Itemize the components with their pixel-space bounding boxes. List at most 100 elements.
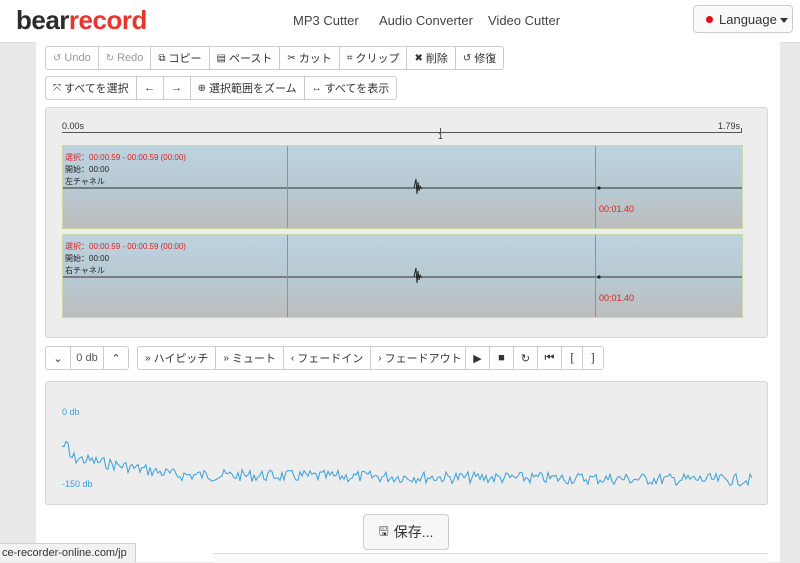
caret-down-icon [780,18,788,23]
right-channel-track[interactable]: 選択：00:00.59 - 00:00.59 (00:00) 開始：00:00 … [62,234,743,318]
history-icon: ↺ [462,52,472,64]
nav-audio-converter[interactable]: Audio Converter [379,13,473,28]
copy-button[interactable]: ⧉ コピー [150,46,210,70]
restore-button[interactable]: ↺ 修復 [454,46,505,70]
edit-toolbar: ↺ Undo ↻ Redo ⧉ コピー ▤ ペースト ✂ カット ⌗ クリップ ✖ 削除 ↺ 修… [45,46,505,70]
repeat-button[interactable]: ↻ [513,346,538,370]
crop-icon: ⌗ [346,52,353,64]
mark-out-button[interactable]: ] [582,346,604,370]
redo-icon: ↻ [105,52,115,64]
paste-label: ペースト [228,53,273,65]
to-start-button[interactable]: ⏮ [537,346,562,370]
status-bar-url: ce-recorder-online.com/jp [0,543,136,562]
paste-button[interactable]: ▤ ペースト [208,46,281,70]
expand-icon: ⤧ [53,82,61,94]
zoom-selection-button[interactable]: ⊕ 選択範囲をズーム [189,76,305,100]
arrow-left-icon: ← [144,82,156,94]
left-channel-end-time: 00:01.40 [599,204,635,214]
select-all-label: すべてを選択 [64,83,129,95]
timeline-axis [62,132,742,133]
zoom-selection-label: 選択範囲をズーム [208,83,297,95]
selection-start-marker[interactable] [287,146,288,228]
cut-label: カット [298,53,332,65]
redo-button[interactable]: ↻ Redo [97,46,152,70]
top-navbar: bearrecord MP3 Cutter Audio Converter Vi… [0,0,800,43]
select-all-button[interactable]: ⤧ すべてを選択 [45,76,137,100]
nav-mp3-cutter[interactable]: MP3 Cutter [293,13,359,28]
undo-button[interactable]: ↺ Undo [45,46,99,70]
language-dropdown[interactable]: Language [693,5,793,33]
play-button[interactable]: ▶ [465,346,490,370]
arrows-horizontal-icon: ↔ [311,82,322,94]
repeat-icon: ↻ [520,352,531,365]
scroll-right-button[interactable]: → [162,76,191,100]
double-chevron-up-icon: » [145,352,151,364]
timeline-tick [741,128,742,133]
copy-icon: ⧉ [158,52,166,64]
undo-label: Undo [64,52,91,64]
volume-up-button[interactable]: ⌃ [103,346,129,370]
show-all-label: すべてを表示 [324,83,390,95]
copy-label: コピー [168,53,202,65]
cut-button[interactable]: ✂ カット [279,46,340,70]
double-chevron-down-icon: » [223,352,229,364]
fade-in-label: フェードイン [297,353,364,365]
delete-button[interactable]: ✖ 削除 [406,46,456,70]
show-all-button[interactable]: ↔ すべてを表示 [303,76,398,100]
transport-controls: ▶ ■ ↻ ⏮ [ ] [465,346,604,370]
mute-label: ミュート [231,353,276,365]
scissors-icon: ✂ [287,52,296,64]
chevron-right-icon: › [378,352,382,364]
arrow-right-icon: → [171,82,183,94]
spectrum-line [61,440,753,487]
left-channel-track[interactable]: 選択：00:00.59 - 00:00.59 (00:00) 開始：00:00 … [62,145,743,229]
spectrum-graph [61,440,753,487]
effects-toolbar: » ハイピッチ » ミュート ‹ フェードイン › フェードアウト [137,346,470,370]
redo-label: Redo [117,52,144,64]
brand-logo-part2: record [68,5,147,35]
left-channel-name: 左チャネル [65,177,105,186]
right-channel-start: 開始：00:00 [65,254,110,263]
timeline-end-label: 1.79s [718,121,741,131]
fade-in-button[interactable]: ‹ フェードイン [282,346,372,370]
view-toolbar: ⤧ すべてを選択 ← → ⊕ 選択範囲をズーム ↔ すべてを表示 [45,76,398,100]
fade-out-label: フェードアウト [384,353,462,365]
selection-end-marker[interactable] [595,146,596,228]
brand-logo-part1: bear [16,5,69,35]
timeline-ruler[interactable]: 0.00s 1 1.79s [62,118,742,142]
nav-video-cutter[interactable]: Video Cutter [488,13,560,28]
floppy-disk-icon: 🖫 [378,523,389,538]
paste-icon: ▤ [216,52,226,64]
save-label: 保存... [393,524,434,540]
stop-icon: ■ [498,352,505,364]
volume-control: ⌄ 0 db ⌃ [45,346,129,370]
selection-end-marker[interactable] [595,235,596,317]
right-channel-end-time: 00:01.40 [599,293,635,303]
high-pitch-button[interactable]: » ハイピッチ [137,346,217,370]
volume-down-button[interactable]: ⌄ [45,346,71,370]
mute-button[interactable]: » ミュート [215,346,284,370]
chevron-left-icon: ‹ [290,352,295,364]
stop-button[interactable]: ■ [489,346,514,370]
selection-start-marker[interactable] [287,235,288,317]
fade-out-button[interactable]: › フェードアウト [370,346,470,370]
clip-label: クリップ [355,53,400,65]
clip-button[interactable]: ⌗ クリップ [338,46,408,70]
flag-icon [706,16,713,23]
delete-label: 削除 [425,53,448,65]
save-button[interactable]: 🖫 保存... [363,514,449,550]
brand-logo[interactable]: bearrecord [16,5,147,36]
undo-icon: ↺ [53,52,62,64]
close-icon: ✖ [414,52,423,64]
bracket-left-icon: [ [570,352,574,364]
timeline-start-label: 0.00s [62,121,85,131]
left-channel-selection: 選択：00:00.59 - 00:00.59 (00:00) [65,153,186,162]
volume-value-label: 0 db [76,352,98,364]
zoom-in-icon: ⊕ [197,82,206,94]
scroll-left-button[interactable]: ← [135,76,164,100]
chevron-down-icon: ⌄ [53,352,63,365]
timeline-tick [440,128,441,133]
right-channel-selection: 選択：00:00.59 - 00:00.59 (00:00) [65,242,186,251]
play-icon: ▶ [473,352,482,365]
mark-in-button[interactable]: [ [561,346,583,370]
